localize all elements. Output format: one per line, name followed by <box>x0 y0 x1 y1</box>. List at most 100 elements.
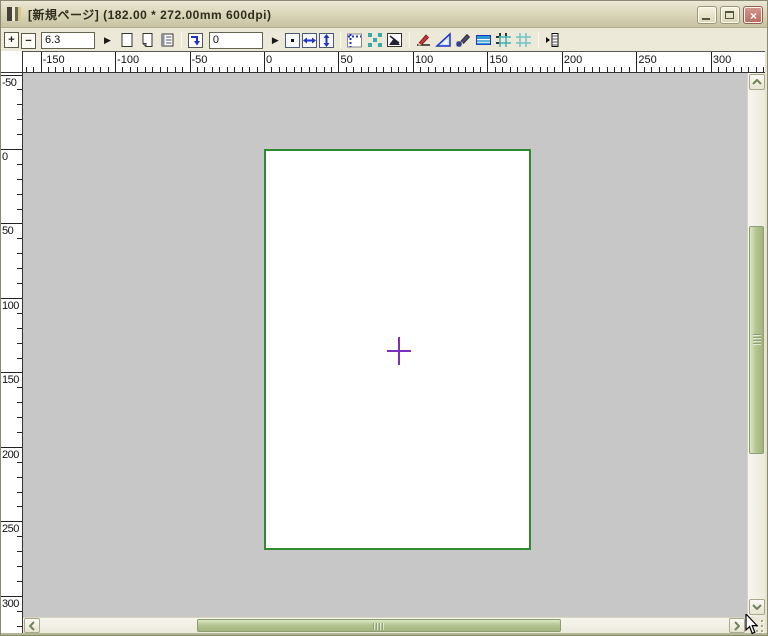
mouse-cursor <box>745 614 759 635</box>
fit-height-button[interactable] <box>318 32 334 48</box>
ruler-major-tick <box>412 52 414 72</box>
grid-dark-icon <box>496 33 512 47</box>
vertical-scrollbar[interactable] <box>747 73 765 617</box>
ruler-tick <box>286 67 288 72</box>
ruler-tick <box>323 67 325 72</box>
ruler-tick <box>137 67 139 72</box>
ruler-tick <box>383 67 385 72</box>
vertical-scrollbar-thumb[interactable] <box>749 226 764 454</box>
ruler-tick <box>405 67 407 72</box>
page-shape-icon <box>387 33 403 47</box>
ruler-tick <box>17 402 22 404</box>
panel-toggle-icon <box>546 33 559 47</box>
ruler-tick <box>17 178 22 180</box>
ruler-label: 200 <box>2 448 19 461</box>
ruler-tick <box>219 67 221 72</box>
ruler-label: -50 <box>191 54 208 66</box>
horizontal-ruler[interactable]: -150 -100 -50 0 50 100 150 200 250 300 <box>23 51 765 73</box>
panel-toggle-button[interactable] <box>544 32 562 49</box>
draw-line-button[interactable] <box>415 32 433 49</box>
ruler-major-tick <box>487 52 489 72</box>
grip-dot <box>761 630 763 632</box>
ruler-tick <box>62 67 64 72</box>
fit-width-button[interactable] <box>301 32 317 48</box>
tile-pattern-icon <box>367 33 382 47</box>
ruler-tick <box>606 67 608 72</box>
ruler-label: 0 <box>266 54 273 66</box>
paste-move-button[interactable] <box>187 32 205 49</box>
ruler-tick <box>591 67 593 72</box>
app-icon <box>7 7 21 21</box>
ruler-label: 250 <box>2 523 19 536</box>
canvas-area[interactable] <box>23 73 747 617</box>
apply-zoom-button[interactable]: ▶ <box>104 32 111 48</box>
tile-pattern-button[interactable] <box>366 32 384 49</box>
page-list-button[interactable] <box>158 32 176 49</box>
ruler-major-tick <box>1 595 22 597</box>
ruler-tick <box>554 67 556 72</box>
scroll-left-button[interactable] <box>24 618 40 633</box>
ruler-tick <box>301 67 303 72</box>
ruler-tick <box>182 67 184 72</box>
ruler-tick <box>420 67 422 72</box>
chevron-up-icon <box>752 79 762 85</box>
pen-settings-button[interactable] <box>455 32 473 49</box>
grid-light-icon <box>516 33 532 47</box>
horizontal-scrollbar[interactable] <box>23 617 747 633</box>
ruler-tick <box>509 67 511 72</box>
ruler-tick <box>479 67 481 72</box>
ruler-tick <box>122 67 124 72</box>
ruler-tick <box>390 67 392 72</box>
ruler-label: 0 <box>2 151 8 163</box>
scale-bar-button[interactable] <box>475 32 493 49</box>
vertical-ruler[interactable]: -50 0 50 100 150 200 250 300 <box>1 73 23 633</box>
ruler-tick <box>718 67 720 72</box>
new-page-button[interactable] <box>118 32 136 49</box>
ruler-tick <box>435 67 437 72</box>
v-arrows-icon <box>323 33 330 47</box>
minimize-button[interactable] <box>697 6 717 24</box>
grid-settings-button[interactable] <box>495 32 513 49</box>
ruler-tick <box>368 67 370 72</box>
ruler-tick <box>398 67 400 72</box>
ruler-tick <box>502 67 504 72</box>
ruler-tick <box>517 67 519 72</box>
scroll-down-button[interactable] <box>749 599 765 615</box>
ruler-tick <box>494 67 496 72</box>
grid-display-button[interactable] <box>515 32 533 49</box>
horizontal-scrollbar-thumb[interactable] <box>197 619 561 632</box>
ruler-tick <box>762 67 764 72</box>
show-rulers-button[interactable] <box>346 32 364 49</box>
ruler-tick <box>17 551 22 553</box>
ruler-major-tick <box>40 52 42 72</box>
zoom-value-input[interactable] <box>41 31 95 49</box>
ruler-tick <box>375 67 377 72</box>
ruler-tick <box>159 67 161 72</box>
zoom-in-button[interactable]: + <box>4 32 19 48</box>
close-button[interactable]: × <box>743 6 763 24</box>
zoom-out-button[interactable]: − <box>21 33 36 49</box>
ruler-tick <box>17 491 22 493</box>
h-arrows-icon <box>302 37 316 43</box>
set-square-button[interactable] <box>435 32 453 49</box>
crosshair-vertical <box>398 337 400 365</box>
scroll-right-button[interactable] <box>729 618 745 633</box>
ruler-tick <box>17 536 22 538</box>
apply-offset-button[interactable]: ▶ <box>272 32 279 48</box>
ruler-tick <box>100 67 102 72</box>
page-shape-button[interactable] <box>386 32 404 49</box>
duplicate-page-button[interactable] <box>138 32 156 49</box>
offset-value-input[interactable] <box>208 31 263 49</box>
maximize-button[interactable] <box>720 6 740 24</box>
dot-size-button[interactable] <box>284 32 300 48</box>
ruler-tick <box>256 67 258 72</box>
ruler-tick <box>17 104 22 106</box>
scroll-up-button[interactable] <box>749 74 765 90</box>
ruler-tick <box>70 67 72 72</box>
ruler-major-tick <box>338 52 340 72</box>
ruler-tick <box>17 89 22 91</box>
ruler-tick <box>17 163 22 165</box>
ruler-major-tick <box>1 521 22 523</box>
ruler-tick <box>599 67 601 72</box>
ruler-tick <box>77 67 79 72</box>
